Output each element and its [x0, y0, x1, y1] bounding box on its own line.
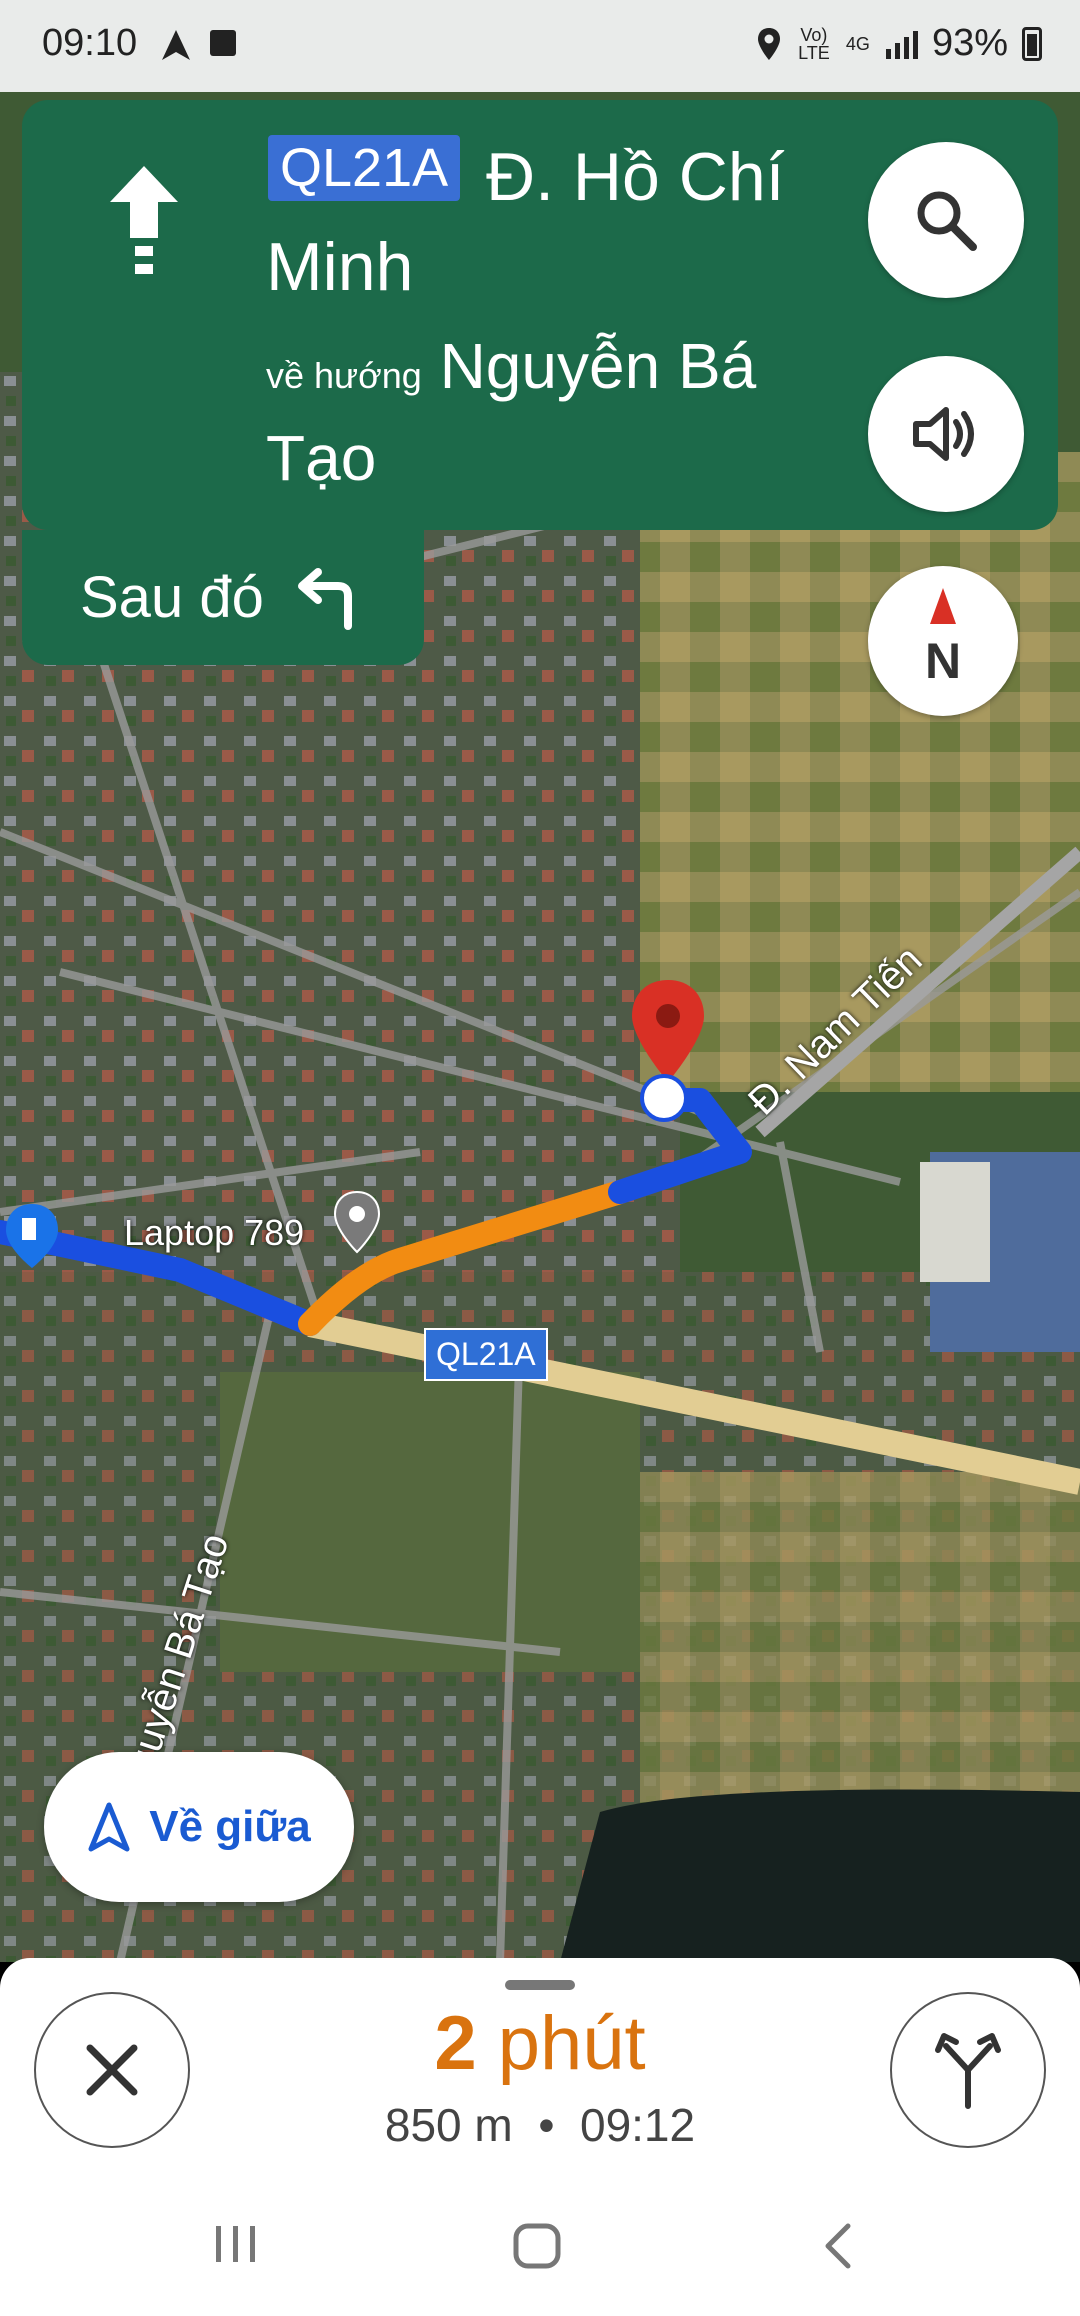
compass-label: N — [924, 633, 962, 689]
sheet-drag-handle[interactable] — [505, 1980, 575, 1990]
checkbox-status-icon — [210, 30, 236, 56]
current-location-dot — [640, 1074, 688, 1122]
street-name: Đ. Hồ Chí Minh — [266, 139, 785, 305]
gas-station-icon[interactable] — [2, 1202, 62, 1272]
home-icon[interactable] — [512, 2222, 562, 2270]
speaker-icon — [913, 407, 974, 461]
recenter-label: Về giữa — [149, 1802, 311, 1851]
battery-icon — [1022, 26, 1042, 61]
place-label[interactable]: Laptop 789 — [124, 1212, 304, 1254]
duration-value: 2 — [434, 2001, 477, 2086]
navigation-header[interactable]: QL21A Đ. Hồ Chí Minh về hướng Nguyễn Bá … — [22, 100, 1058, 530]
straight-arrow-icon — [110, 166, 178, 274]
route-options-icon — [935, 2033, 1001, 2109]
toward-direction: về hướng Nguyễn Bá Tạo — [266, 325, 856, 499]
north-arrow-icon — [930, 588, 956, 624]
network-type: 4G — [845, 33, 870, 54]
battery-percent: 93% — [931, 22, 1008, 64]
then-instruction: Sau đó — [22, 530, 424, 665]
location-icon — [757, 27, 780, 60]
place-pin-icon[interactable] — [332, 1190, 382, 1254]
recent-apps-icon[interactable] — [212, 2222, 260, 2266]
search-button[interactable] — [868, 142, 1024, 298]
turn-left-icon — [297, 567, 352, 630]
destination-pin-icon[interactable] — [628, 978, 708, 1088]
toward-prefix: về hướng — [266, 355, 422, 396]
alternate-routes-button[interactable] — [890, 1992, 1046, 2148]
separator: • — [538, 2099, 555, 2151]
status-time: 09:10 — [42, 22, 138, 64]
search-icon — [917, 191, 977, 251]
volte-indicator: Vo) LTE — [798, 24, 830, 63]
then-label: Sau đó — [80, 565, 264, 630]
signal-icon — [885, 30, 918, 59]
system-navigation-bar — [0, 2176, 1080, 2316]
back-icon[interactable] — [818, 2222, 858, 2270]
navigation-status-icon — [162, 30, 190, 60]
trip-distance: 850 m — [384, 2099, 513, 2151]
duration-unit: phút — [497, 2001, 646, 2086]
road-badge-ql21a: QL21A — [424, 1328, 548, 1381]
sound-button[interactable] — [868, 356, 1024, 512]
recenter-button[interactable]: Về giữa — [44, 1752, 354, 1902]
compass-button[interactable]: N — [868, 566, 1018, 716]
navigation-arrow-icon — [88, 1802, 130, 1852]
arrival-time: 09:12 — [579, 2099, 696, 2151]
status-bar: 09:10 Vo) LTE 4G 93% — [0, 0, 1080, 92]
